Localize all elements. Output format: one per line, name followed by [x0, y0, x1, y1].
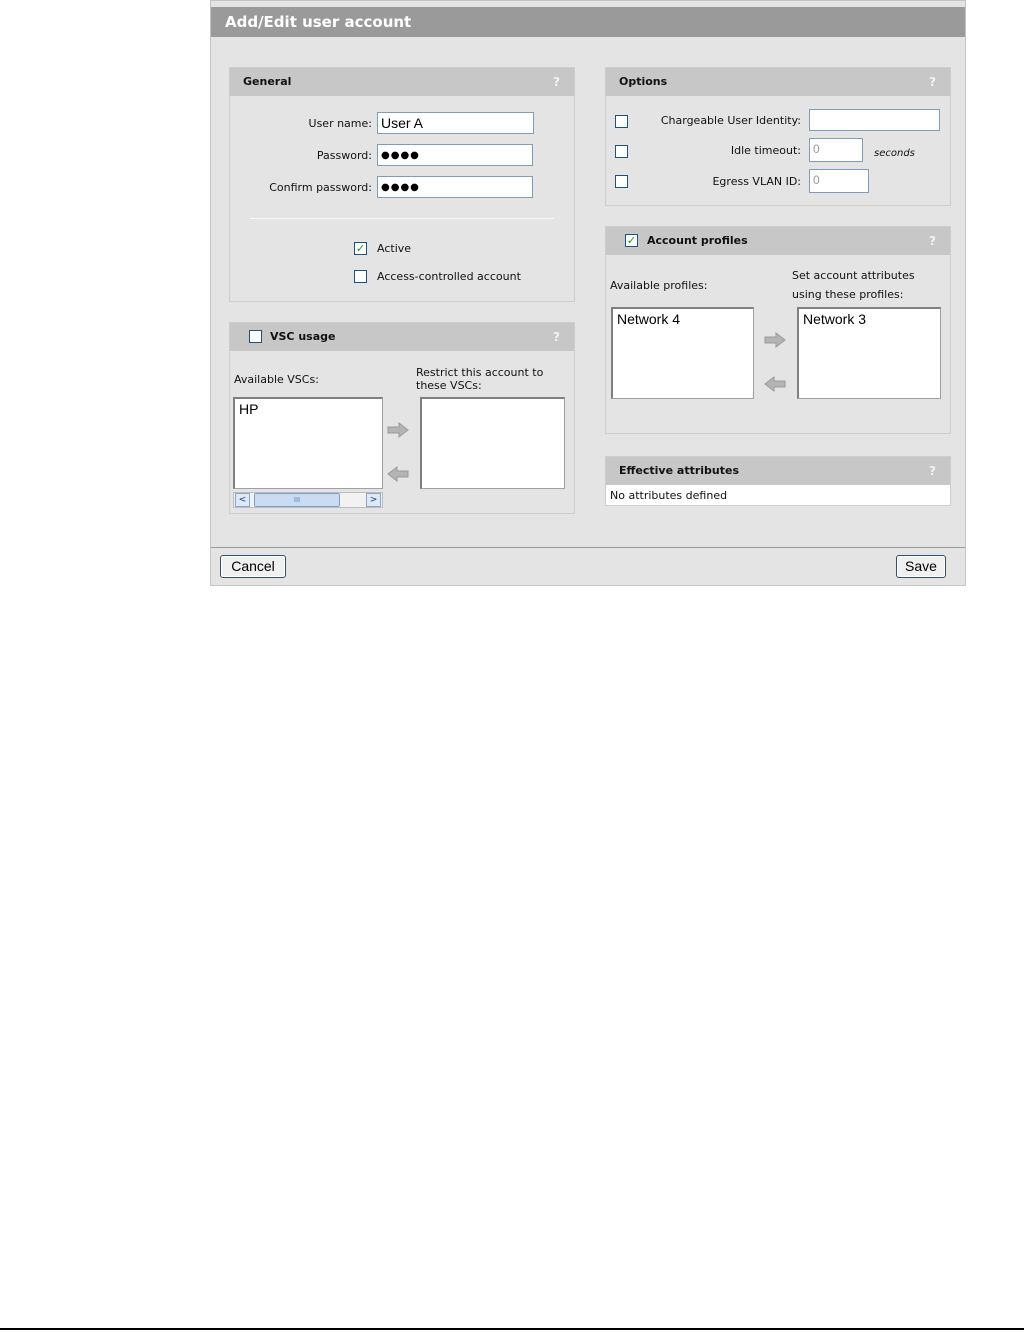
cui-label: Chargeable User Identity:: [660, 114, 801, 127]
available-vscs-list[interactable]: HP: [233, 397, 383, 489]
general-title: General: [243, 75, 292, 88]
vsc-add-arrow-icon[interactable]: [386, 419, 410, 441]
password-label: Password:: [316, 149, 372, 162]
cui-input[interactable]: [809, 109, 940, 131]
general-panel: General ? User name: User A Password: ●●…: [229, 67, 575, 302]
vsc-usage-checkbox[interactable]: [249, 330, 262, 343]
available-vscs-scrollbar[interactable]: < III >: [233, 492, 383, 508]
page-bottom-rule: [0, 1328, 1024, 1330]
vsc-panel-header: VSC usage ?: [230, 323, 574, 351]
active-label: Active: [377, 242, 412, 255]
vsc-usage-panel: VSC usage ? Available VSCs: Restrict thi…: [229, 322, 575, 514]
available-profiles-label: Available profiles:: [610, 279, 708, 292]
general-separator: [250, 218, 554, 219]
user-name-label: User name:: [308, 117, 372, 130]
account-profiles-panel: ✓ Account profiles ? Available profiles:…: [605, 226, 951, 434]
window-title: Add/Edit user account: [211, 7, 965, 37]
general-help-icon[interactable]: ?: [553, 68, 560, 96]
restrict-vscs-label-1: Restrict this account to: [416, 366, 544, 379]
effective-help-icon[interactable]: ?: [929, 457, 936, 485]
selected-profiles-list[interactable]: Network 3: [797, 307, 941, 399]
options-help-icon[interactable]: ?: [929, 68, 936, 96]
idle-timeout-unit: seconds: [874, 148, 915, 159]
vsc-title: VSC usage: [270, 330, 336, 343]
password-input[interactable]: ●●●●: [377, 144, 533, 166]
scroll-thumb[interactable]: III: [254, 493, 340, 507]
access-controlled-checkbox[interactable]: [354, 270, 367, 283]
confirm-password-label: Confirm password:: [269, 181, 372, 194]
idle-timeout-checkbox[interactable]: [615, 145, 628, 158]
vsc-help-icon[interactable]: ?: [553, 323, 560, 351]
effective-attributes-panel: Effective attributes ? No attributes def…: [605, 456, 951, 506]
egress-vlan-checkbox[interactable]: [615, 175, 628, 188]
effective-attributes-text: No attributes defined: [606, 485, 950, 505]
profiles-panel-header: ✓ Account profiles ?: [606, 227, 950, 255]
options-panel-header: Options ?: [606, 68, 950, 96]
check-icon: ✓: [355, 242, 366, 255]
profiles-help-icon[interactable]: ?: [929, 227, 936, 255]
restrict-vscs-label-2: these VSCs:: [416, 379, 482, 392]
cui-checkbox[interactable]: [615, 115, 628, 128]
profiles-remove-arrow-icon[interactable]: [763, 373, 787, 395]
profiles-add-arrow-icon[interactable]: [763, 329, 787, 351]
confirm-password-input[interactable]: ●●●●: [377, 176, 533, 198]
options-panel: Options ? Chargeable User Identity: Idle…: [605, 67, 951, 206]
save-button[interactable]: Save: [896, 555, 946, 578]
available-vscs-label: Available VSCs:: [234, 373, 319, 386]
scroll-left-icon[interactable]: <: [235, 493, 250, 507]
set-attributes-label-1: Set account attributes: [792, 269, 915, 282]
set-attributes-label-2: using these profiles:: [792, 288, 904, 301]
effective-title: Effective attributes: [619, 464, 740, 477]
idle-timeout-label: Idle timeout:: [730, 144, 801, 157]
list-item[interactable]: HP: [239, 401, 378, 417]
options-title: Options: [619, 75, 668, 88]
active-checkbox[interactable]: ✓: [354, 242, 367, 255]
add-edit-user-window: Add/Edit user account General ? User nam…: [210, 0, 966, 586]
general-panel-header: General ?: [230, 68, 574, 96]
list-item[interactable]: Network 3: [803, 311, 936, 327]
effective-panel-header: Effective attributes ?: [606, 457, 950, 485]
check-icon: ✓: [626, 234, 637, 247]
dialog-footer: Cancel Save: [211, 547, 965, 585]
vsc-remove-arrow-icon[interactable]: [386, 463, 410, 485]
egress-vlan-input[interactable]: 0: [809, 169, 869, 193]
available-profiles-list[interactable]: Network 4: [611, 307, 754, 399]
access-controlled-label: Access-controlled account: [377, 270, 521, 283]
egress-vlan-label: Egress VLAN ID:: [712, 175, 801, 188]
profiles-title: Account profiles: [647, 234, 748, 247]
restricted-vscs-list[interactable]: [420, 397, 565, 489]
cancel-button[interactable]: Cancel: [220, 555, 286, 578]
user-name-input[interactable]: User A: [377, 112, 534, 134]
account-profiles-checkbox[interactable]: ✓: [625, 234, 638, 247]
scroll-right-icon[interactable]: >: [366, 493, 381, 507]
idle-timeout-input[interactable]: 0: [809, 138, 863, 162]
list-item[interactable]: Network 4: [617, 311, 749, 327]
